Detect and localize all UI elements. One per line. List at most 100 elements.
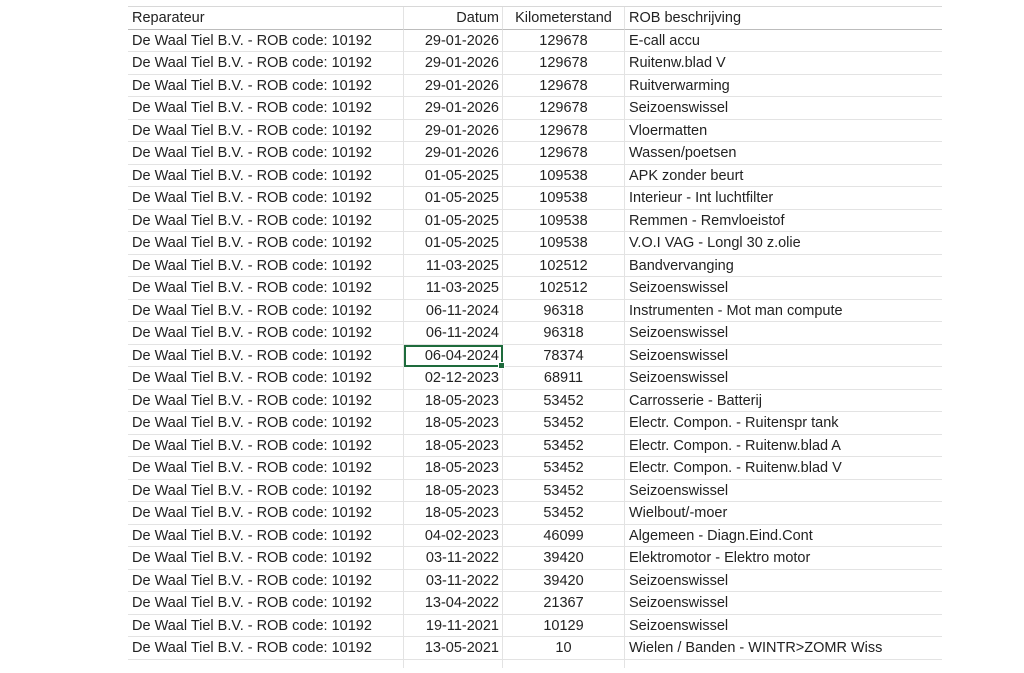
cell-rob-beschrijving[interactable]: V.O.I VAG - Longl 30 z.olie: [625, 232, 942, 255]
cell-rob-beschrijving[interactable]: Seizoenswissel: [625, 322, 942, 345]
cell-reparateur[interactable]: De Waal Tiel B.V. - ROB code: 10192: [128, 142, 404, 165]
cell-reparateur[interactable]: De Waal Tiel B.V. - ROB code: 10192: [128, 389, 404, 412]
cell-datum[interactable]: 18-05-2023: [404, 412, 503, 435]
cell-reparateur[interactable]: De Waal Tiel B.V. - ROB code: 10192: [128, 164, 404, 187]
cell-datum[interactable]: 18-05-2023: [404, 502, 503, 525]
cell-kilometerstand[interactable]: 10: [503, 637, 625, 660]
cell-kilometerstand[interactable]: 39420: [503, 547, 625, 570]
cell-rob-beschrijving[interactable]: Ruitenw.blad V: [625, 52, 942, 75]
cell-rob-beschrijving[interactable]: Bandvervanging: [625, 255, 942, 277]
cell-rob-beschrijving[interactable]: Seizoenswissel: [625, 345, 942, 367]
cell-kilometerstand[interactable]: 109538: [503, 164, 625, 187]
selected-cell-datum[interactable]: 06-04-2024: [404, 344, 505, 369]
cell-reparateur[interactable]: De Waal Tiel B.V. - ROB code: 10192: [128, 569, 404, 592]
cell-kilometerstand[interactable]: 21367: [503, 592, 625, 615]
cell-kilometerstand[interactable]: 53452: [503, 412, 625, 435]
cell-reparateur[interactable]: De Waal Tiel B.V. - ROB code: 10192: [128, 52, 404, 75]
cell-datum[interactable]: 01-05-2025: [404, 232, 503, 255]
cell-kilometerstand[interactable]: 109538: [503, 187, 625, 210]
cell-kilometerstand[interactable]: 68911: [503, 367, 625, 390]
cell-reparateur[interactable]: De Waal Tiel B.V. - ROB code: 10192: [128, 614, 404, 637]
cell-reparateur[interactable]: De Waal Tiel B.V. - ROB code: 10192: [128, 232, 404, 255]
cell-rob-beschrijving[interactable]: Wielbout/-moer: [625, 502, 942, 525]
cell-datum[interactable]: 13-04-2022: [404, 592, 503, 615]
cell-rob-beschrijving[interactable]: Carrosserie - Batterij: [625, 390, 942, 412]
cell-rob-beschrijving[interactable]: Seizoenswissel: [625, 615, 942, 637]
cell-datum[interactable]: 29-01-2026: [404, 74, 503, 97]
cell-datum[interactable]: 01-05-2025: [404, 187, 503, 210]
cell-datum[interactable]: 18-05-2023: [404, 434, 503, 457]
cell-datum[interactable]: 04-02-2023: [404, 524, 503, 547]
cell-reparateur[interactable]: De Waal Tiel B.V. - ROB code: 10192: [128, 187, 404, 210]
cell-rob-beschrijving[interactable]: Instrumenten - Mot man compute: [625, 300, 942, 322]
cell-reparateur[interactable]: De Waal Tiel B.V. - ROB code: 10192: [128, 74, 404, 97]
cell-reparateur[interactable]: De Waal Tiel B.V. - ROB code: 10192: [128, 457, 404, 480]
header-reparateur[interactable]: Reparateur: [128, 7, 404, 30]
cell-reparateur[interactable]: De Waal Tiel B.V. - ROB code: 10192: [128, 502, 404, 525]
cell-kilometerstand[interactable]: 96318: [503, 322, 625, 345]
empty-cell[interactable]: [128, 659, 404, 668]
cell-rob-beschrijving[interactable]: Electr. Compon. - Ruitenw.blad A: [625, 435, 942, 457]
cell-kilometerstand[interactable]: 53452: [503, 457, 625, 480]
cell-datum[interactable]: 01-05-2025: [404, 209, 503, 232]
cell-datum[interactable]: 06-11-2024: [404, 322, 503, 345]
cell-rob-beschrijving[interactable]: Wielen / Banden - WINTR>ZOMR Wiss: [625, 637, 942, 660]
cell-kilometerstand[interactable]: 129678: [503, 74, 625, 97]
cell-datum[interactable]: 29-01-2026: [404, 119, 503, 142]
cell-rob-beschrijving[interactable]: Seizoenswissel: [625, 97, 942, 120]
cell-kilometerstand[interactable]: 78374: [503, 344, 625, 367]
cell-kilometerstand[interactable]: 109538: [503, 232, 625, 255]
cell-kilometerstand[interactable]: 102512: [503, 254, 625, 277]
cell-rob-beschrijving[interactable]: Elektromotor - Elektro motor: [625, 547, 942, 570]
cell-reparateur[interactable]: De Waal Tiel B.V. - ROB code: 10192: [128, 547, 404, 570]
cell-reparateur[interactable]: De Waal Tiel B.V. - ROB code: 10192: [128, 524, 404, 547]
cell-rob-beschrijving[interactable]: APK zonder beurt: [625, 165, 942, 187]
cell-kilometerstand[interactable]: 10129: [503, 614, 625, 637]
cell-reparateur[interactable]: De Waal Tiel B.V. - ROB code: 10192: [128, 434, 404, 457]
cell-datum[interactable]: 11-03-2025: [404, 254, 503, 277]
cell-kilometerstand[interactable]: 53452: [503, 479, 625, 502]
empty-cell[interactable]: [503, 659, 625, 668]
cell-datum[interactable]: 03-11-2022: [404, 569, 503, 592]
cell-rob-beschrijving[interactable]: Seizoenswissel: [625, 367, 942, 390]
cell-reparateur[interactable]: De Waal Tiel B.V. - ROB code: 10192: [128, 29, 404, 52]
cell-datum[interactable]: 13-05-2021: [404, 637, 503, 660]
cell-datum[interactable]: 11-03-2025: [404, 277, 503, 300]
cell-kilometerstand[interactable]: 102512: [503, 277, 625, 300]
cell-rob-beschrijving[interactable]: Algemeen - Diagn.Eind.Cont: [625, 525, 942, 547]
cell-rob-beschrijving[interactable]: Electr. Compon. - Ruitenw.blad V: [625, 457, 942, 480]
cell-kilometerstand[interactable]: 129678: [503, 29, 625, 52]
cell-reparateur[interactable]: De Waal Tiel B.V. - ROB code: 10192: [128, 254, 404, 277]
cell-datum[interactable]: 29-01-2026: [404, 29, 503, 52]
cell-reparateur[interactable]: De Waal Tiel B.V. - ROB code: 10192: [128, 119, 404, 142]
cell-reparateur[interactable]: De Waal Tiel B.V. - ROB code: 10192: [128, 412, 404, 435]
cell-kilometerstand[interactable]: 129678: [503, 52, 625, 75]
cell-rob-beschrijving[interactable]: Remmen - Remvloeistof: [625, 210, 942, 232]
cell-reparateur[interactable]: De Waal Tiel B.V. - ROB code: 10192: [128, 637, 404, 660]
cell-datum[interactable]: 02-12-2023: [404, 367, 503, 390]
cell-rob-beschrijving[interactable]: Wassen/poetsen: [625, 142, 942, 165]
cell-reparateur[interactable]: De Waal Tiel B.V. - ROB code: 10192: [128, 592, 404, 615]
header-datum[interactable]: Datum: [404, 7, 503, 30]
cell-reparateur[interactable]: De Waal Tiel B.V. - ROB code: 10192: [128, 299, 404, 322]
cell-datum[interactable]: 19-11-2021: [404, 614, 503, 637]
cell-reparateur[interactable]: De Waal Tiel B.V. - ROB code: 10192: [128, 367, 404, 390]
cell-rob-beschrijving[interactable]: Electr. Compon. - Ruitenspr tank: [625, 412, 942, 435]
cell-kilometerstand[interactable]: 129678: [503, 97, 625, 120]
cell-datum[interactable]: 01-05-2025: [404, 164, 503, 187]
cell-rob-beschrijving[interactable]: Interieur - Int luchtfilter: [625, 187, 942, 210]
cell-datum[interactable]: 29-01-2026: [404, 97, 503, 120]
cell-reparateur[interactable]: De Waal Tiel B.V. - ROB code: 10192: [128, 97, 404, 120]
cell-datum[interactable]: 18-05-2023: [404, 479, 503, 502]
cell-kilometerstand[interactable]: 53452: [503, 434, 625, 457]
cell-kilometerstand[interactable]: 109538: [503, 209, 625, 232]
cell-datum[interactable]: 18-05-2023: [404, 457, 503, 480]
cell-reparateur[interactable]: De Waal Tiel B.V. - ROB code: 10192: [128, 322, 404, 345]
cell-rob-beschrijving[interactable]: Seizoenswissel: [625, 277, 942, 300]
cell-kilometerstand[interactable]: 53452: [503, 502, 625, 525]
cell-datum[interactable]: 29-01-2026: [404, 52, 503, 75]
cell-reparateur[interactable]: De Waal Tiel B.V. - ROB code: 10192: [128, 479, 404, 502]
cell-reparateur[interactable]: De Waal Tiel B.V. - ROB code: 10192: [128, 209, 404, 232]
empty-cell[interactable]: [404, 659, 503, 668]
header-rob-beschrijving[interactable]: ROB beschrijving: [625, 7, 942, 30]
